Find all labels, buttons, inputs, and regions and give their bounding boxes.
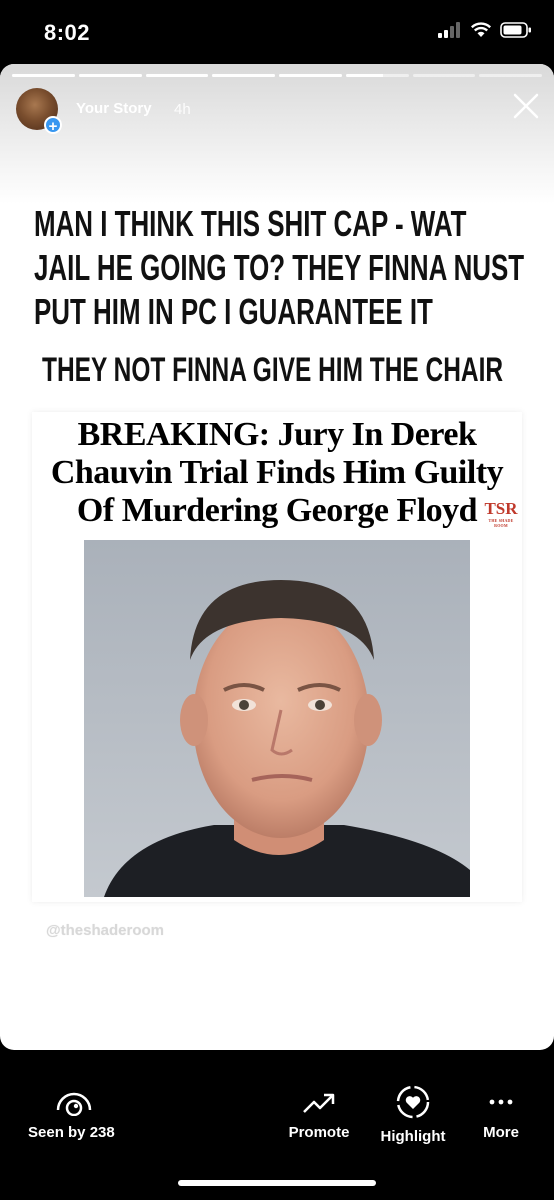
home-indicator[interactable]	[178, 1180, 376, 1186]
watermark: @theshaderoom	[46, 922, 164, 939]
highlight-label: Highlight	[380, 1128, 446, 1145]
progress-segment	[212, 74, 275, 77]
progress-segment	[479, 74, 542, 77]
battery-icon	[500, 22, 531, 38]
progress-segment	[12, 74, 75, 77]
tsr-logo-text: TSR	[484, 499, 518, 518]
story-username[interactable]: Your Story	[76, 100, 152, 117]
close-icon[interactable]	[510, 90, 542, 122]
promote-label: Promote	[288, 1124, 350, 1141]
caption-line: PUT HIM IN PC I GUARANTEE IT	[34, 291, 433, 332]
news-headline: BREAKING: Jury In Derek Chauvin Trial Fi…	[32, 416, 522, 530]
headline-line: Chauvin Trial Finds Him Guilty	[50, 454, 504, 491]
caption-line: MAN I THINK THIS SHIT CAP - WAT	[34, 203, 467, 244]
seen-by-label: Seen by 238	[28, 1124, 115, 1141]
headline-line: BREAKING: Jury In Derek	[77, 416, 477, 453]
tsr-logo: TSR THE SHADE ROOM	[484, 499, 518, 529]
progress-segment-fill	[12, 74, 75, 77]
tsr-logo-subtext: THE SHADE ROOM	[488, 518, 514, 528]
progress-segment-fill	[279, 74, 342, 77]
story-timestamp: 4h	[174, 101, 191, 118]
trending-up-icon	[303, 1093, 335, 1113]
story-card[interactable]: + Your Story 4h MAN I THINK THIS SHIT CA…	[0, 64, 554, 1050]
progress-segment	[78, 74, 142, 77]
caption-line: JAIL HE GOING TO? THEY FINNA NUST	[34, 247, 525, 288]
story-top-fade	[0, 64, 554, 204]
progress-segment	[412, 74, 476, 77]
story-caption: MAN I THINK THIS SHIT CAP - WAT JAIL HE …	[34, 202, 552, 334]
cellular-signal-icon	[438, 22, 460, 38]
status-icons	[438, 22, 532, 38]
highlight-button[interactable]: Highlight	[376, 1085, 450, 1145]
progress-segment-fill	[345, 74, 384, 77]
story-progress-bar	[12, 74, 542, 77]
seen-by-button[interactable]: Seen by 238	[28, 1088, 115, 1141]
status-time: 8:02	[44, 20, 91, 45]
wifi-icon	[470, 22, 492, 37]
mugshot-photo	[84, 540, 470, 897]
more-label: More	[483, 1124, 519, 1141]
eye-icon	[56, 1092, 92, 1116]
progress-segment-fill	[212, 74, 275, 77]
status-bar: 8:02	[0, 0, 554, 64]
more-dots-icon	[489, 1099, 513, 1105]
progress-segment	[345, 74, 409, 77]
story-action-bar: Seen by 238 Promote Highlight More	[0, 1050, 554, 1200]
progress-segment	[279, 74, 342, 77]
progress-segment-fill	[145, 74, 209, 77]
progress-segment	[145, 74, 209, 77]
headline-line: Of Murdering George Floyd	[76, 492, 478, 529]
highlight-heart-icon	[396, 1085, 430, 1119]
shared-news-image[interactable]: BREAKING: Jury In Derek Chauvin Trial Fi…	[32, 412, 522, 902]
progress-segment-fill	[78, 74, 142, 77]
add-story-plus-icon[interactable]: +	[44, 116, 62, 135]
promote-button[interactable]: Promote	[286, 1088, 352, 1141]
story-caption-secondary: THEY NOT FINNA GIVE HIM THE CHAIR	[42, 351, 504, 389]
more-button[interactable]: More	[478, 1088, 524, 1141]
